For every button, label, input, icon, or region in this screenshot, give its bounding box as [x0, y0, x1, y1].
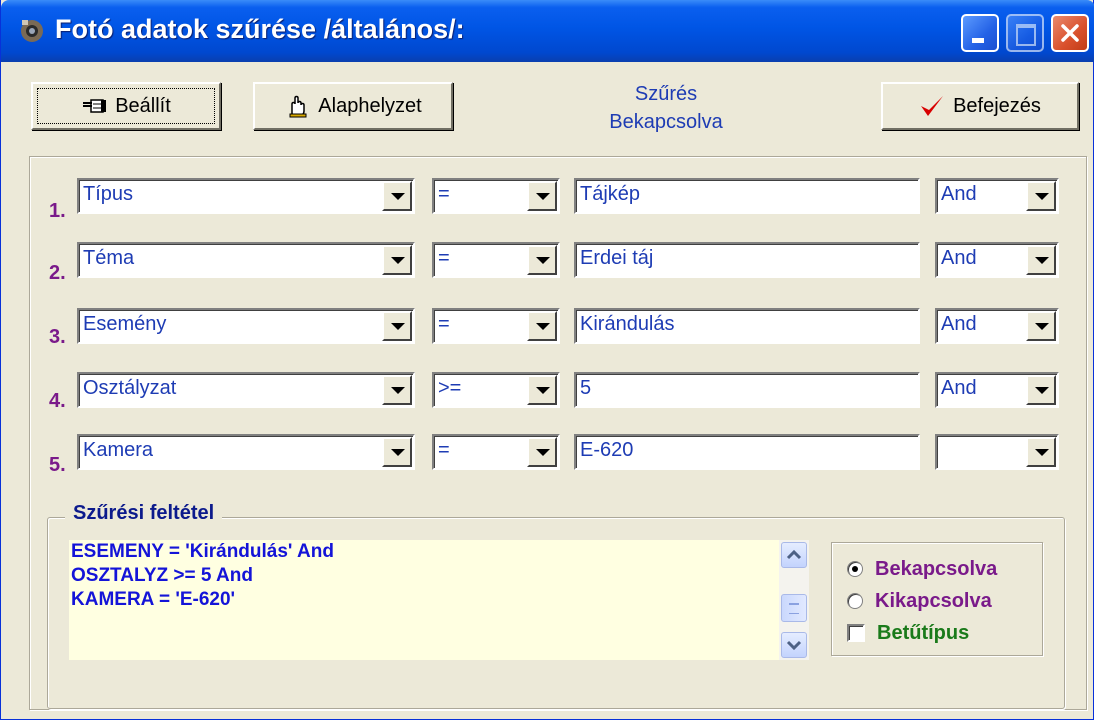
row-number-2: 2. [49, 262, 66, 284]
field-select-1[interactable]: Típus [77, 178, 415, 214]
finish-button[interactable]: Befejezés [881, 82, 1079, 130]
filter-condition-legend: Szűrési feltétel [65, 502, 223, 525]
chevron-down-icon [786, 640, 802, 651]
font-checkbox-label: Betűtípus [877, 621, 970, 644]
filter-status: Szűrés Bekapcsolva [561, 80, 771, 136]
radio-option-on[interactable]: Bekapcsolva [847, 556, 997, 582]
field-select-2[interactable]: Téma [77, 242, 415, 278]
finish-button-label: Befejezés [953, 94, 1041, 117]
camera-app-icon [21, 20, 43, 42]
row-number-1: 1. [49, 200, 66, 222]
reset-button-label: Alaphelyzet [318, 94, 422, 117]
operator-select-3[interactable]: = [432, 308, 560, 344]
chevron-down-icon[interactable] [527, 375, 557, 405]
logic-select-1-value: And [941, 183, 977, 205]
set-button-label: Beállít [115, 94, 171, 117]
value-input-4[interactable]: 5 [574, 372, 920, 408]
chevron-down-icon[interactable] [1026, 245, 1056, 275]
chevron-up-icon [786, 549, 802, 560]
chevron-down-icon[interactable] [382, 375, 412, 405]
operator-select-1-value: = [438, 183, 450, 205]
operator-select-4-value: >= [438, 377, 462, 399]
field-select-3[interactable]: Esemény [77, 308, 415, 344]
chevron-down-icon[interactable] [527, 311, 557, 341]
scroll-up-button[interactable] [781, 542, 807, 568]
row-number-4: 4. [49, 390, 66, 412]
filter-line-2: OSZTALYZ >= 5 And [71, 565, 253, 586]
reset-button[interactable]: Alaphelyzet [253, 82, 453, 130]
set-button[interactable]: Beállít [31, 82, 221, 130]
scroll-down-button[interactable] [781, 632, 807, 658]
operator-select-4[interactable]: >= [432, 372, 560, 408]
chevron-down-icon[interactable] [382, 437, 412, 467]
logic-select-2-value: And [941, 247, 977, 269]
field-select-2-value: Téma [83, 247, 135, 269]
row-number-5: 5. [49, 454, 66, 476]
field-select-4[interactable]: Osztályzat [77, 372, 415, 408]
operator-select-5-value: = [438, 439, 450, 461]
filter-expression-memo[interactable]: ESEMENY = 'Kirándulás' And OSZTALYZ >= 5… [69, 540, 809, 660]
font-checkbox[interactable] [847, 624, 865, 642]
chevron-down-icon[interactable] [1026, 181, 1056, 211]
chevron-down-icon[interactable] [1026, 437, 1056, 467]
minimize-button[interactable] [961, 14, 999, 52]
logic-select-4-value: And [941, 377, 977, 399]
raised-hand-icon [289, 95, 307, 118]
filter-line-3: KAMERA = 'E-620' [71, 589, 236, 610]
font-checkbox-option[interactable]: Betűtípus [847, 620, 969, 646]
status-line-2: Bekapcsolva [609, 111, 723, 133]
logic-select-2[interactable]: And [935, 242, 1059, 278]
chevron-down-icon[interactable] [1026, 311, 1056, 341]
radio-on-label: Bekapcsolva [875, 557, 998, 580]
operator-select-5[interactable]: = [432, 434, 560, 470]
logic-select-5[interactable] [935, 434, 1059, 470]
chevron-down-icon[interactable] [527, 181, 557, 211]
field-select-5-value: Kamera [83, 439, 154, 461]
field-select-5[interactable]: Kamera [77, 434, 415, 470]
field-select-4-value: Osztályzat [83, 377, 177, 399]
row-number-3: 3. [49, 326, 66, 348]
operator-select-2-value: = [438, 247, 450, 269]
chevron-down-icon[interactable] [382, 245, 412, 275]
value-input-2[interactable]: Erdei táj [574, 242, 920, 278]
chevron-down-icon[interactable] [382, 311, 412, 341]
operator-select-3-value: = [438, 313, 450, 335]
status-line-1: Szűrés [634, 83, 698, 105]
field-select-1-value: Típus [83, 183, 134, 205]
value-input-5[interactable]: E-620 [574, 434, 920, 470]
memo-scrollbar[interactable] [779, 540, 809, 660]
title-bar[interactable]: Fotó adatok szűrése /általános/: [1, 0, 1094, 62]
logic-select-4[interactable]: And [935, 372, 1059, 408]
radio-off-label: Kikapcsolva [875, 589, 992, 612]
value-input-3[interactable]: Kirándulás [574, 308, 920, 344]
filter-line-1: ESEMENY = 'Kirándulás' And [71, 541, 334, 562]
operator-select-2[interactable]: = [432, 242, 560, 278]
radio-off-indicator[interactable] [847, 593, 863, 609]
chevron-down-icon[interactable] [527, 245, 557, 275]
scroll-thumb[interactable] [781, 594, 807, 622]
window-title: Fotó adatok szűrése /általános/: [55, 14, 465, 44]
radio-option-off[interactable]: Kikapcsolva [847, 588, 992, 614]
operator-select-1[interactable]: = [432, 178, 560, 214]
logic-select-3-value: And [941, 313, 977, 335]
close-icon [1061, 24, 1079, 42]
radio-on-indicator[interactable] [847, 561, 863, 577]
chevron-down-icon[interactable] [527, 437, 557, 467]
chevron-down-icon[interactable] [382, 181, 412, 211]
close-button[interactable] [1051, 14, 1089, 52]
logic-select-3[interactable]: And [935, 308, 1059, 344]
red-checkmark-icon [921, 96, 944, 116]
field-select-3-value: Esemény [83, 313, 167, 335]
filter-dialog: Fotó adatok szűrése /általános/: Beállít… [0, 0, 1094, 720]
chevron-down-icon[interactable] [1026, 375, 1056, 405]
filter-expression-text[interactable]: ESEMENY = 'Kirándulás' And OSZTALYZ >= 5… [69, 540, 775, 660]
value-input-1[interactable]: Tájkép [574, 178, 920, 214]
pointing-hand-icon [83, 99, 107, 113]
maximize-button[interactable] [1006, 14, 1044, 52]
logic-select-1[interactable]: And [935, 178, 1059, 214]
